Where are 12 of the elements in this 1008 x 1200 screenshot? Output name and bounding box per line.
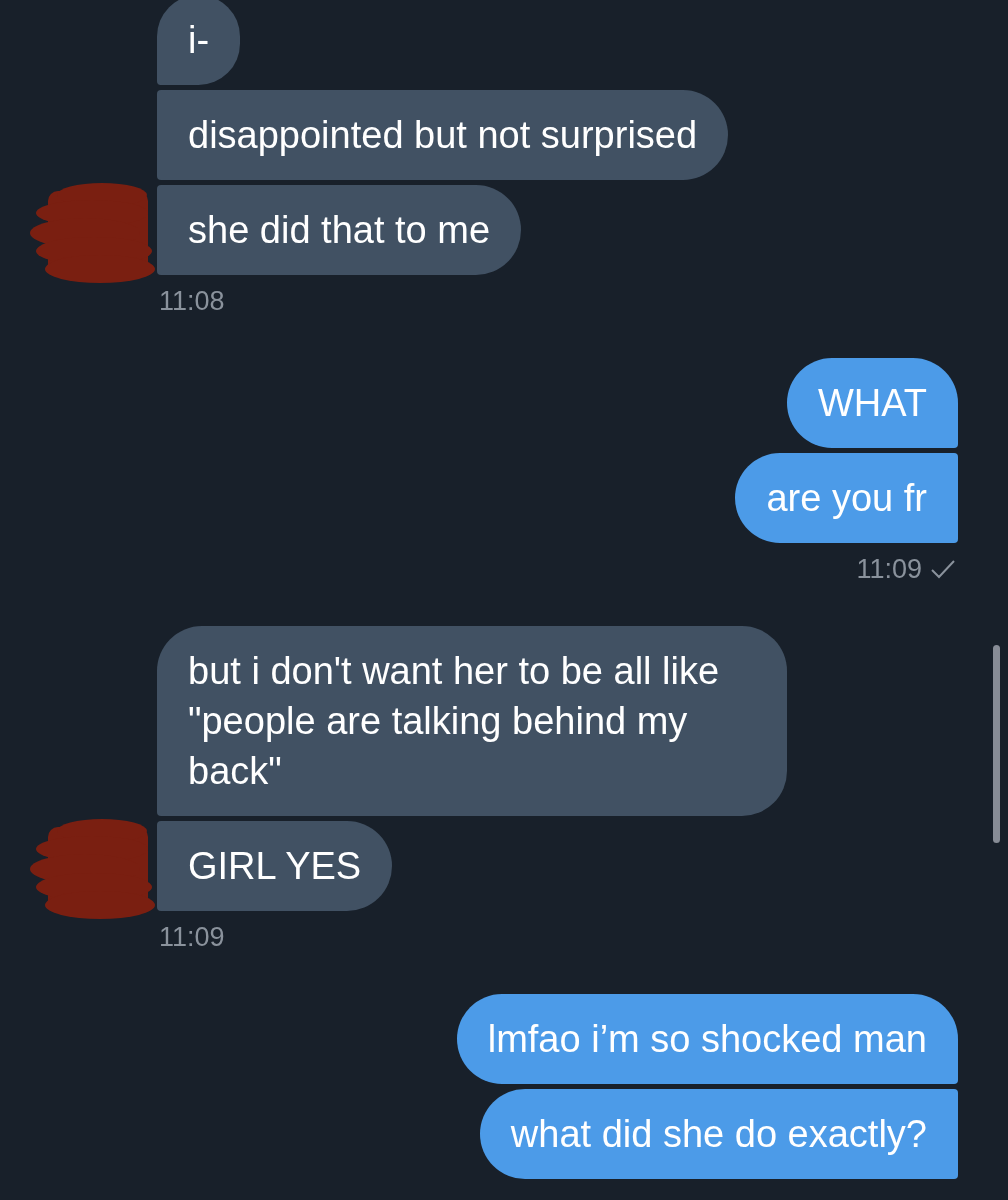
message-time: 11:09 xyxy=(159,921,225,954)
message-time: 11:09 xyxy=(856,553,922,586)
message-bubble: are you fr xyxy=(735,453,958,543)
message-bubble: what did she do exactly? xyxy=(479,1089,958,1179)
message-bubble: but i don't want her to be all like "people are talking behind my back" xyxy=(157,626,787,816)
message-time: 11:08 xyxy=(159,285,225,318)
message-bubble: she did that to me xyxy=(157,185,522,275)
message-bubble: GIRL YES xyxy=(157,821,393,911)
message-bubble: i- xyxy=(157,0,241,85)
message-bubble: WHAT xyxy=(786,358,958,448)
message-bubble: lmfao i’m so shocked man xyxy=(456,994,958,1084)
message-bubble: disappointed but not surprised xyxy=(157,90,729,180)
